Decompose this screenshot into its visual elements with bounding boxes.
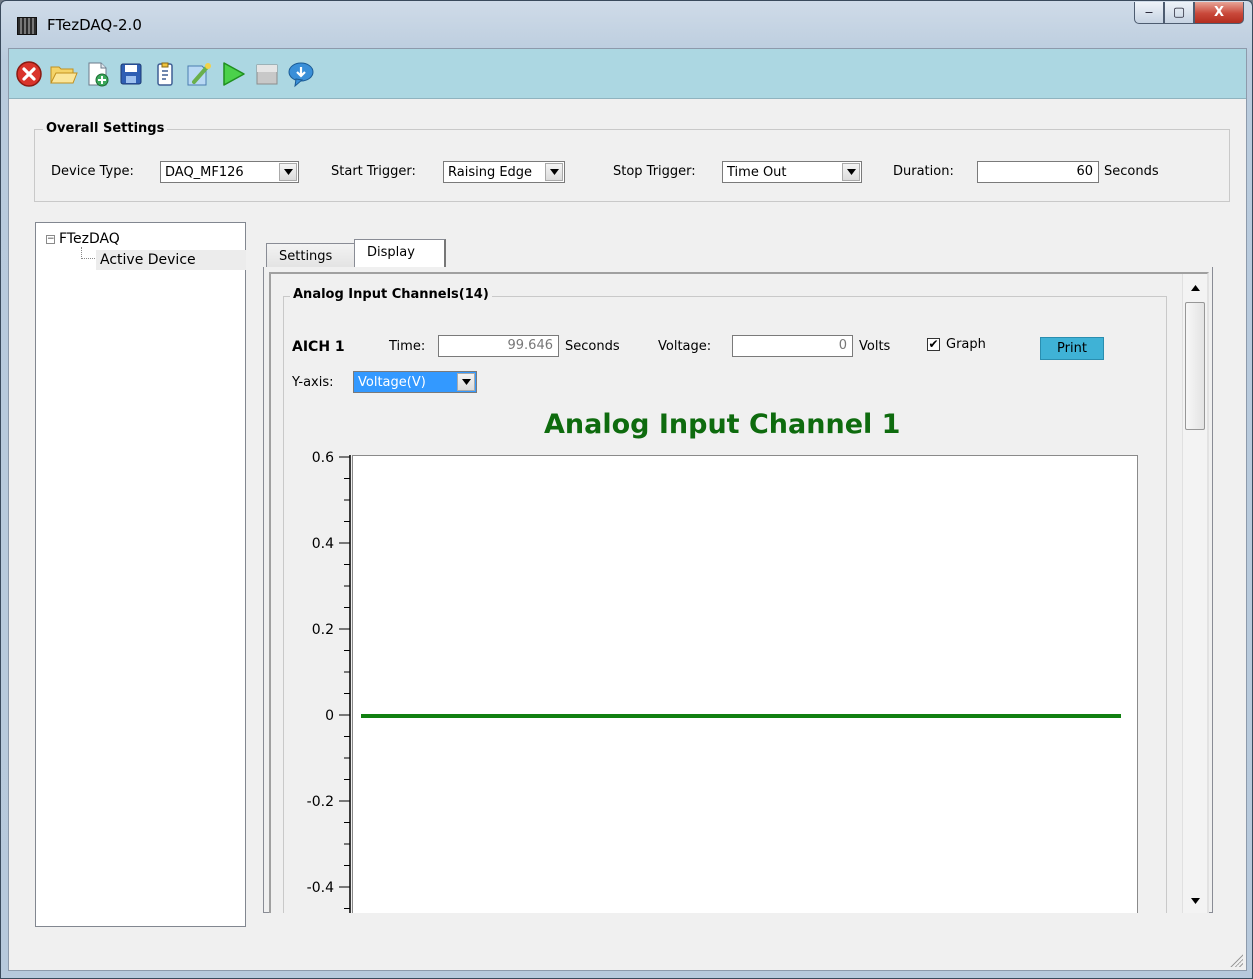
- chevron-up-icon: [1190, 285, 1200, 291]
- chevron-down-icon[interactable]: [545, 163, 563, 181]
- save-icon: [120, 63, 142, 84]
- scroll-up-button[interactable]: [1185, 278, 1205, 298]
- resize-grip-icon[interactable]: [1229, 953, 1243, 967]
- time-input[interactable]: 99.646: [438, 335, 559, 357]
- chart-title: Analog Input Channel 1: [544, 409, 901, 440]
- stop-trigger-select[interactable]: Time Out: [722, 161, 862, 183]
- minimize-icon: ‒: [1144, 5, 1154, 20]
- chevron-down-icon[interactable]: [842, 163, 860, 181]
- device-tree: − FTezDAQ Active Device: [35, 222, 246, 927]
- device-type-value: DAQ_MF126: [165, 164, 244, 180]
- graph-label: Graph: [946, 337, 986, 352]
- y-tick-label: 0.6: [312, 450, 334, 466]
- voltage-unit: Volts: [859, 339, 891, 354]
- new-button[interactable]: [82, 59, 112, 89]
- channels-group-title: Analog Input Channels(14): [290, 287, 492, 302]
- exit-button[interactable]: [14, 59, 44, 89]
- chevron-down-icon[interactable]: [457, 373, 475, 391]
- close-icon: X: [1213, 5, 1225, 20]
- y-tick-label: 0.2: [312, 622, 334, 638]
- maximize-icon: ▢: [1172, 5, 1186, 20]
- yaxis-label: Y-axis:: [292, 375, 334, 390]
- overall-settings-group: Overall Settings Device Type: DAQ_MF126 …: [34, 121, 1230, 202]
- y-tick-label: 0: [325, 708, 334, 724]
- plot-area: [352, 455, 1138, 913]
- tab-display[interactable]: Display: [354, 239, 446, 268]
- clipboard-icon: [157, 62, 173, 86]
- y-tick-label: -0.4: [307, 880, 334, 896]
- device-type-label: Device Type:: [51, 164, 134, 179]
- configure-button[interactable]: [184, 59, 214, 89]
- stop-button[interactable]: [252, 59, 282, 89]
- y-axis: 0.6 0.4 0.2 0 -0.2 -0.4: [307, 450, 351, 913]
- voltage-label: Voltage:: [658, 339, 712, 354]
- time-unit: Seconds: [565, 339, 620, 354]
- tree-root[interactable]: − FTezDAQ: [46, 231, 120, 247]
- yaxis-select[interactable]: Voltage(V): [353, 371, 477, 393]
- tree-item-active-device[interactable]: Active Device: [96, 250, 246, 270]
- status-bar: [9, 930, 1246, 970]
- scrollbar-thumb[interactable]: [1185, 302, 1205, 430]
- close-circle-icon: [16, 60, 42, 87]
- analog-input-channels-group: Analog Input Channels(14) AICH 1 Time: 9…: [283, 287, 1167, 913]
- window-title: FTezDAQ-2.0: [47, 16, 142, 34]
- stop-trigger-label: Stop Trigger:: [613, 164, 696, 179]
- channel-name: AICH 1: [292, 339, 345, 355]
- client-area: Overall Settings Device Type: DAQ_MF126 …: [8, 48, 1247, 971]
- wand-icon: [187, 62, 211, 85]
- app-icon: [17, 17, 37, 35]
- clipboard-button[interactable]: [150, 59, 180, 89]
- y-tick-label: 0.4: [312, 536, 334, 552]
- play-icon: [223, 61, 245, 86]
- start-trigger-select[interactable]: Raising Edge: [443, 161, 565, 183]
- y-tick-label: -0.2: [307, 794, 334, 810]
- device-type-select[interactable]: DAQ_MF126: [160, 161, 299, 183]
- collapse-icon[interactable]: −: [46, 234, 55, 244]
- display-tab-panel: Analog Input Channels(14) AICH 1 Time: 9…: [263, 267, 1213, 913]
- start-button[interactable]: [218, 59, 248, 89]
- stop-icon: [256, 64, 278, 84]
- duration-input[interactable]: 60: [977, 161, 1099, 183]
- chat-info-icon: [288, 62, 314, 87]
- toolbar: [9, 49, 1246, 99]
- tree-root-label: FTezDAQ: [59, 231, 120, 247]
- channels-scroll-area[interactable]: Analog Input Channels(14) AICH 1 Time: 9…: [269, 272, 1209, 913]
- open-folder-icon: [50, 66, 78, 83]
- new-document-icon: [88, 62, 109, 86]
- duration-unit: Seconds: [1104, 164, 1159, 179]
- overall-settings-title: Overall Settings: [43, 121, 168, 136]
- tree-connector: [81, 247, 95, 259]
- chevron-down-icon: [1190, 898, 1200, 904]
- yaxis-value: Voltage(V): [358, 374, 426, 390]
- close-window-button[interactable]: X: [1194, 2, 1244, 24]
- vertical-scrollbar[interactable]: [1182, 274, 1207, 913]
- start-trigger-label: Start Trigger:: [331, 164, 416, 179]
- app-window: FTezDAQ-2.0 ‒ ▢ X Overall Settings Devic…: [0, 0, 1253, 979]
- chevron-down-icon[interactable]: [279, 163, 297, 181]
- line-chart: [361, 714, 1121, 718]
- graph-checkbox[interactable]: ✔: [927, 338, 940, 351]
- window-controls: ‒ ▢ X: [1134, 2, 1244, 24]
- voltage-input[interactable]: 0: [732, 335, 853, 357]
- save-button[interactable]: [116, 59, 146, 89]
- minimize-button[interactable]: ‒: [1134, 2, 1164, 24]
- stop-trigger-value: Time Out: [727, 164, 787, 180]
- duration-label: Duration:: [893, 164, 954, 179]
- time-label: Time:: [389, 339, 426, 354]
- start-trigger-value: Raising Edge: [448, 164, 533, 180]
- open-button[interactable]: [48, 59, 78, 89]
- tab-settings[interactable]: Settings: [266, 243, 355, 269]
- scroll-down-button[interactable]: [1185, 891, 1205, 911]
- print-button[interactable]: Print: [1040, 337, 1104, 360]
- title-bar[interactable]: FTezDAQ-2.0 ‒ ▢ X: [1, 1, 1252, 49]
- maximize-button[interactable]: ▢: [1164, 2, 1194, 24]
- info-button[interactable]: [286, 59, 316, 89]
